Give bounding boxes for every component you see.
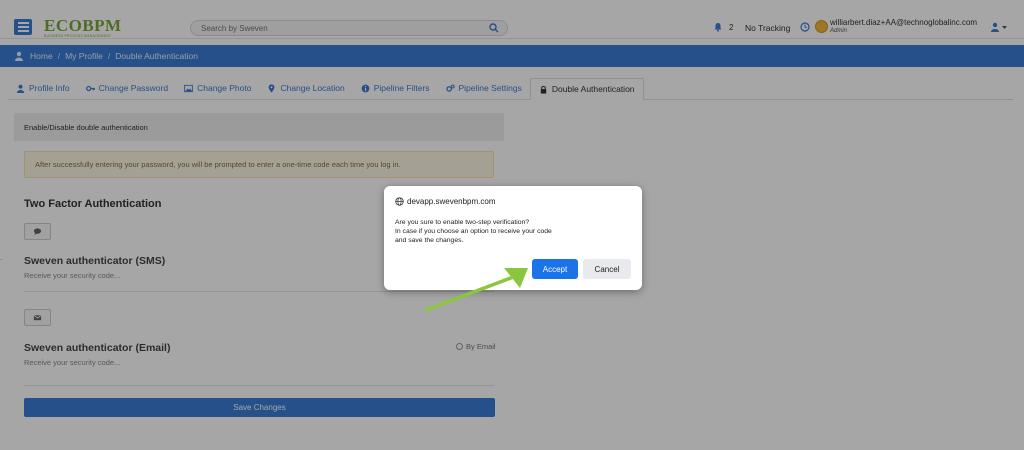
annotation-arrow-icon (424, 268, 528, 312)
dialog-message-line: and save the changes. (395, 237, 464, 244)
globe-icon (395, 197, 404, 206)
dialog-message-line: In case if you choose an option to recei… (395, 228, 552, 235)
cancel-button[interactable]: Cancel (583, 259, 631, 279)
dialog-message-line: Are you sure to enable two-step verifica… (395, 219, 530, 226)
dialog-origin: devapp.swevenbpm.com (407, 197, 496, 206)
